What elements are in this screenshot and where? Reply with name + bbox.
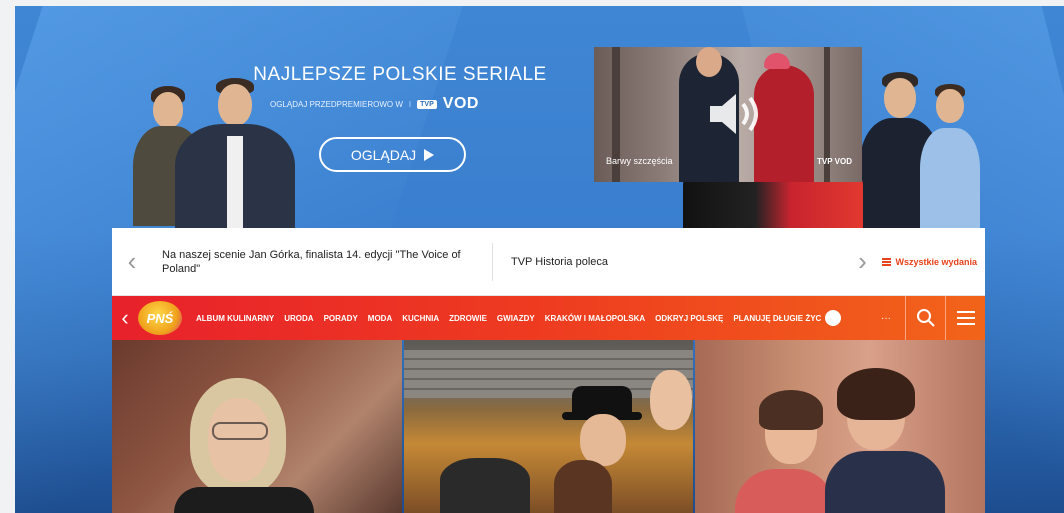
banner-person-4: [920, 84, 980, 228]
menu-button[interactable]: [945, 296, 985, 340]
facebook-badge-icon[interactable]: f: [825, 310, 842, 326]
photo-3-body-2: [825, 451, 946, 513]
news-ticker: ‹ Na naszej scenie Jan Górka, finalista …: [112, 228, 985, 296]
ticker-divider: [492, 242, 493, 281]
photo-1-face: [208, 398, 270, 482]
nav-item-zdrowie[interactable]: ZDROWIE: [449, 314, 487, 323]
banner-title: NAJLEPSZE POLSKIE SERIALE: [253, 64, 547, 85]
all-editions-label: Wszystkie wydania: [895, 256, 977, 267]
photo-2-body: [439, 458, 530, 513]
nav-menu: ALBUM KULINARNY URODA PORADY MODA KUCHNI…: [196, 310, 873, 326]
photo-tile-2[interactable]: [403, 340, 694, 513]
nav-more[interactable]: ···: [881, 313, 891, 324]
ticker-item-jan-gorka[interactable]: Na naszej scenie Jan Górka, finalista 14…: [152, 248, 492, 276]
video-preview[interactable]: Barwy szczęścia TVP VOD: [594, 47, 862, 182]
video-vod-tag: TVP VOD: [817, 157, 852, 166]
section-nav: ‹ PNŚ ALBUM KULINARNY URODA PORADY MODA …: [112, 296, 985, 340]
nav-item-album-kulinarny[interactable]: ALBUM KULINARNY: [196, 314, 274, 323]
photo-2-face-3: [553, 460, 612, 513]
nav-item-moda[interactable]: MODA: [368, 314, 392, 323]
photo-grid: [112, 340, 986, 513]
tvp-logo: TVP: [417, 99, 437, 109]
nav-item-odkryj-polske[interactable]: ODKRYJ POLSKĘ: [655, 314, 723, 323]
nav-item-uroda[interactable]: URODA: [284, 314, 313, 323]
hamburger-icon: [956, 311, 975, 325]
photo-3-body-1: [735, 469, 836, 513]
search-button[interactable]: [905, 296, 945, 340]
list-icon: [882, 257, 892, 266]
banner-subtitle: OGLĄDAJ PRZEDPREMIEROWO W: [270, 99, 403, 109]
top-hat-icon: [561, 386, 642, 420]
ticker-next-arrow[interactable]: ›: [842, 246, 882, 277]
video-person-1-head: [696, 47, 722, 77]
nav-item-krakow[interactable]: KRAKÓW I MAŁOPOLSKA: [545, 314, 645, 323]
all-editions-link[interactable]: Wszystkie wydania: [882, 257, 985, 267]
nav-item-porady[interactable]: PORADY: [324, 314, 358, 323]
ticker-item-tvp-historia[interactable]: TVP Historia poleca: [511, 256, 842, 268]
photo-tile-1[interactable]: [112, 340, 402, 513]
photo-3-hair-2: [837, 368, 916, 420]
nav-item-planuje[interactable]: PLANUJĘ DŁUGIE ŻYC: [733, 314, 821, 323]
ticker-prev-arrow[interactable]: ‹: [112, 246, 152, 277]
photo-2-face-1: [579, 414, 626, 466]
glasses-icon: [212, 422, 268, 440]
video-hat: [764, 53, 790, 69]
search-icon: [916, 309, 935, 327]
pns-logo[interactable]: PNŚ: [138, 301, 182, 335]
nav-item-gwiazdy[interactable]: GWIAZDY: [497, 314, 535, 323]
banner-subtitle-row: OGLĄDAJ PRZEDPREMIEROWO W I TVP VOD: [270, 95, 479, 113]
play-icon: [424, 148, 435, 161]
banner-separator: I: [408, 99, 412, 109]
photo-1-body: [174, 487, 314, 513]
photo-tile-3[interactable]: [695, 340, 986, 513]
photo-2-face-2: [649, 370, 692, 430]
watch-button-label: OGLĄDAJ: [350, 146, 417, 163]
page-stage: NAJLEPSZE POLSKIE SERIALE OGLĄDAJ PRZEDP…: [15, 6, 1064, 513]
speaker-icon[interactable]: [706, 89, 766, 139]
nav-back-arrow[interactable]: ‹: [112, 305, 138, 331]
nav-item-kuchnia[interactable]: KUCHNIA: [402, 314, 439, 323]
watch-button[interactable]: OGLĄDAJ: [319, 137, 466, 172]
vod-logo: VOD: [442, 95, 479, 112]
video-caption: Barwy szczęścia: [606, 156, 673, 166]
photo-3-hair-1: [759, 390, 824, 430]
